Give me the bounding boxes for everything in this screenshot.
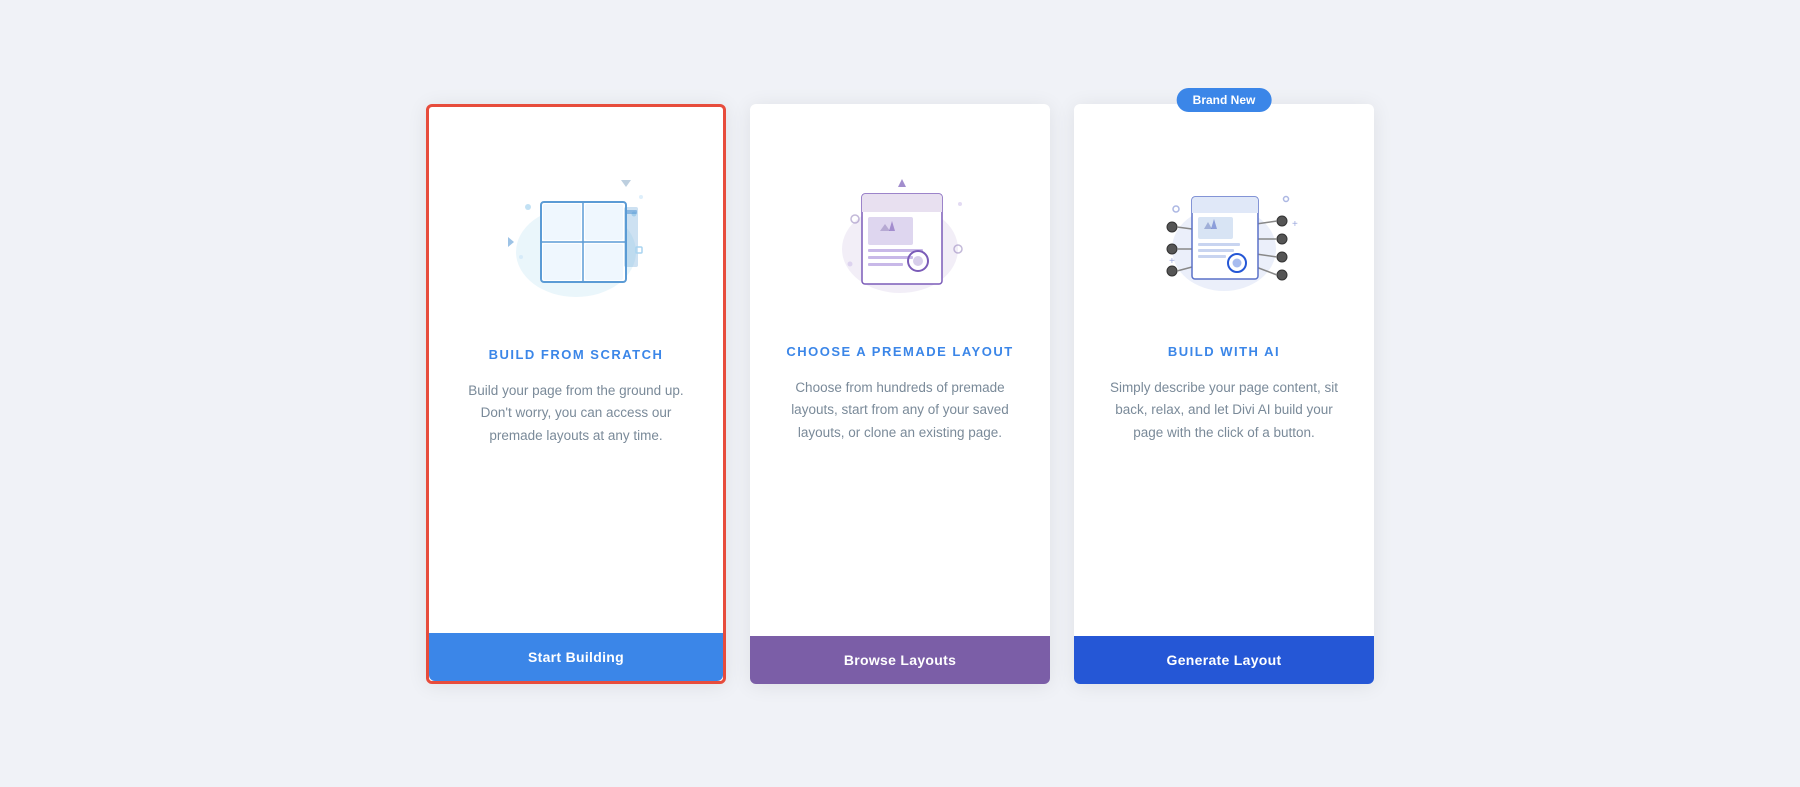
cards-container: BUILD FROM SCRATCH Build your page from …: [426, 104, 1374, 684]
brand-new-badge: Brand New: [1177, 88, 1272, 112]
ai-card-body: BUILD WITH AI Simply describe your page …: [1074, 324, 1374, 636]
svg-text:+: +: [1292, 219, 1298, 230]
ai-card-description: Simply describe your page content, sit b…: [1102, 377, 1346, 446]
scratch-card-description: Build your page from the ground up. Don'…: [457, 380, 695, 449]
scratch-illustration: [429, 107, 723, 327]
card-build-from-scratch[interactable]: BUILD FROM SCRATCH Build your page from …: [426, 104, 726, 684]
browse-layouts-button[interactable]: Browse Layouts: [750, 636, 1050, 684]
premade-card-title: CHOOSE A PREMADE LAYOUT: [778, 344, 1022, 359]
scratch-card-body: BUILD FROM SCRATCH Build your page from …: [429, 327, 723, 633]
ai-card-title: BUILD WITH AI: [1102, 344, 1346, 359]
generate-layout-button[interactable]: Generate Layout: [1074, 636, 1374, 684]
premade-illustration: [750, 104, 1050, 324]
card-premade-layout[interactable]: CHOOSE A PREMADE LAYOUT Choose from hund…: [750, 104, 1050, 684]
scratch-card-title: BUILD FROM SCRATCH: [457, 347, 695, 362]
ai-illustration: + +: [1074, 104, 1374, 324]
start-building-button[interactable]: Start Building: [429, 633, 723, 681]
premade-card-description: Choose from hundreds of premade layouts,…: [778, 377, 1022, 446]
svg-text:+: +: [1169, 256, 1175, 267]
premade-card-body: CHOOSE A PREMADE LAYOUT Choose from hund…: [750, 324, 1050, 636]
card-build-with-ai[interactable]: Brand New + +: [1074, 104, 1374, 684]
